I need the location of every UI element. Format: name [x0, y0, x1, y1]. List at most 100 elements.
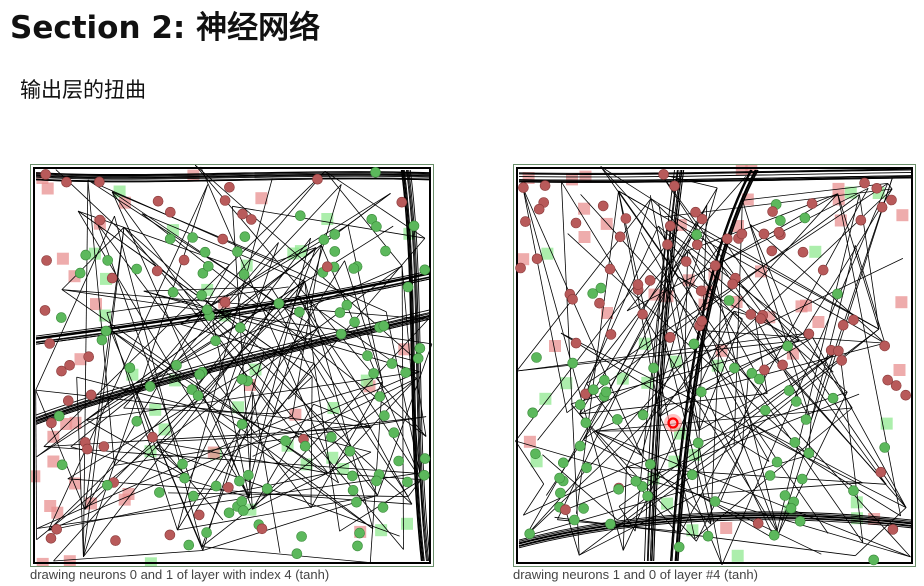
grid-line — [516, 198, 652, 372]
green-data-point — [374, 391, 386, 402]
red-square-marker — [578, 231, 591, 243]
red-data-point — [665, 220, 676, 232]
grid-line — [177, 495, 378, 531]
green-data-point — [600, 386, 612, 398]
green-data-point — [696, 386, 707, 398]
green-data-point — [648, 362, 659, 374]
green-data-point — [879, 442, 891, 453]
red-square-marker — [566, 173, 578, 186]
red-data-point — [44, 338, 56, 349]
red-square-marker — [895, 296, 908, 309]
green-data-point — [673, 541, 685, 553]
green-data-point — [760, 405, 771, 416]
green-data-point — [238, 269, 250, 280]
red-data-point — [797, 246, 809, 258]
red-data-point — [859, 177, 870, 189]
red-data-point — [62, 395, 74, 406]
red-data-point — [98, 441, 110, 452]
green-square-marker — [144, 557, 157, 566]
red-data-point — [94, 176, 105, 188]
red-data-point — [837, 319, 849, 331]
green-data-point — [329, 246, 341, 257]
green-data-point — [236, 496, 248, 507]
red-data-point — [567, 294, 578, 305]
red-data-point — [644, 275, 656, 286]
red-data-point — [321, 261, 333, 272]
green-data-point — [789, 437, 801, 448]
grid-line — [659, 415, 723, 565]
green-data-point — [524, 528, 535, 540]
green-data-point — [352, 540, 363, 552]
red-data-point — [51, 523, 63, 535]
red-data-point — [94, 214, 106, 226]
green-data-point — [412, 353, 424, 364]
red-data-point — [658, 169, 669, 180]
green-data-point — [723, 295, 735, 306]
green-data-point — [55, 312, 67, 323]
red-data-point — [745, 309, 757, 320]
red-data-point — [515, 262, 526, 274]
red-data-point — [758, 228, 770, 240]
green-data-point — [294, 210, 306, 222]
green-data-point — [779, 490, 791, 501]
green-data-point — [419, 264, 431, 276]
grid-line — [622, 467, 627, 551]
red-data-point — [39, 305, 51, 316]
green-data-point — [400, 367, 412, 378]
red-data-point — [597, 200, 609, 212]
red-data-point — [620, 213, 632, 224]
red-square-marker — [720, 522, 733, 534]
red-data-point — [710, 260, 721, 271]
red-data-point — [696, 315, 708, 327]
green-data-point — [557, 457, 569, 469]
green-data-point — [296, 531, 307, 542]
red-data-point — [223, 482, 234, 493]
green-data-point — [686, 469, 698, 481]
section-title: Section 2: 神经网络 — [10, 10, 321, 46]
red-data-point — [41, 255, 52, 266]
green-data-point — [803, 447, 815, 459]
grid-line — [581, 225, 659, 395]
red-data-point — [147, 431, 158, 443]
green-data-point — [785, 502, 797, 514]
green-data-point — [729, 362, 740, 374]
red-data-point — [518, 182, 529, 193]
red-data-point — [759, 364, 770, 376]
neuron-plot-right-canvas — [515, 165, 913, 566]
green-data-point — [419, 453, 431, 464]
red-data-point — [256, 523, 268, 535]
green-data-point — [800, 414, 812, 425]
red-data-point — [882, 374, 894, 386]
red-data-point — [594, 297, 605, 309]
green-data-point — [368, 368, 380, 379]
green-data-point — [575, 399, 586, 410]
green-data-point — [203, 261, 214, 272]
red-data-point — [766, 245, 778, 257]
plot-caption-right: drawing neurons 1 and 0 of layer #4 (tan… — [513, 567, 758, 582]
green-data-point — [379, 410, 390, 421]
red-data-point — [46, 417, 57, 429]
red-square-marker — [523, 435, 536, 448]
green-data-point — [239, 231, 251, 242]
green-data-point — [192, 390, 204, 401]
green-data-point — [380, 245, 391, 257]
green-data-point — [414, 343, 426, 354]
green-data-point — [232, 246, 243, 257]
green-data-point — [273, 298, 285, 309]
neuron-plot-left-canvas — [31, 165, 433, 566]
green-data-point — [100, 325, 112, 337]
red-data-point — [806, 198, 818, 209]
green-data-point — [613, 483, 624, 495]
green-data-point — [177, 458, 188, 470]
red-data-point — [632, 279, 644, 290]
red-square-marker — [812, 316, 825, 328]
slide-subtitle: 输出层的扭曲 — [20, 78, 146, 102]
plot-caption-left: drawing neurons 0 and 1 of layer with in… — [30, 567, 330, 582]
red-data-point — [848, 314, 859, 326]
red-data-point — [692, 239, 703, 251]
grid-line — [579, 258, 904, 415]
green-data-point — [796, 473, 808, 485]
green-data-point — [799, 212, 811, 224]
red-data-point — [45, 532, 57, 544]
grid-line — [522, 187, 642, 456]
